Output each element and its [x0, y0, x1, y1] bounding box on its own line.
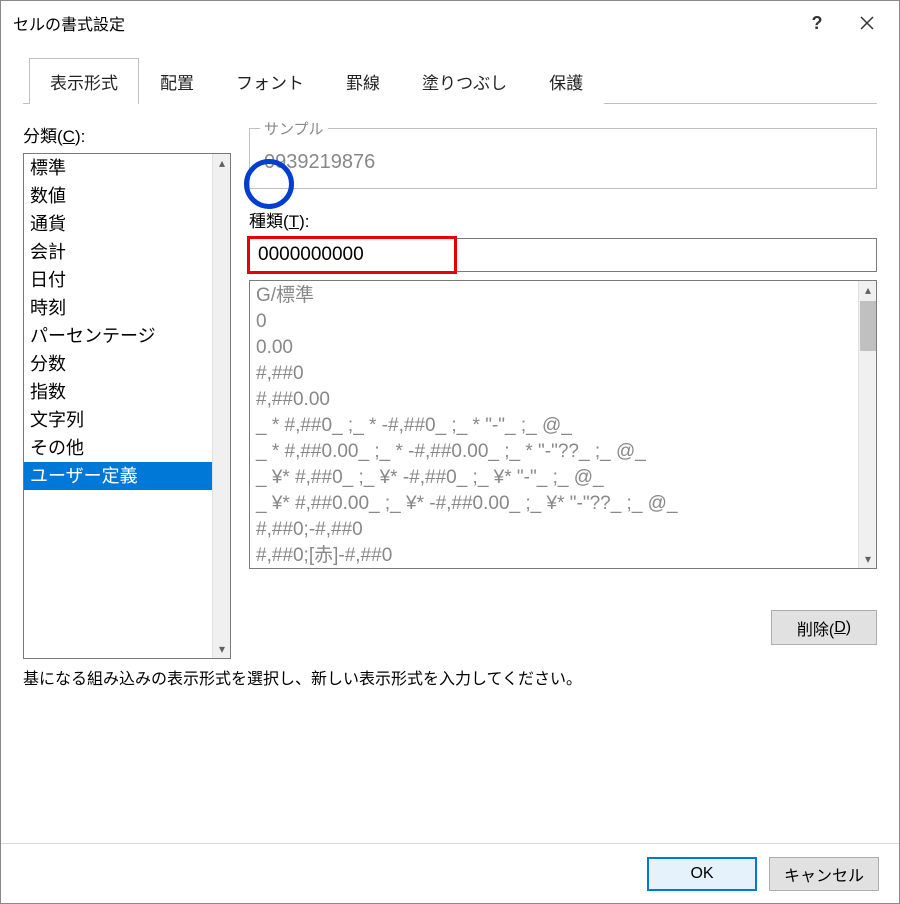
tab-alignment[interactable]: 配置 [139, 58, 215, 104]
list-item[interactable]: 分数 [24, 350, 230, 378]
list-item[interactable]: 数値 [24, 182, 230, 210]
format-row[interactable]: 0 [256, 309, 870, 335]
close-icon[interactable] [843, 1, 891, 45]
list-item[interactable]: 時刻 [24, 294, 230, 322]
format-row[interactable]: #,##0.00 [256, 387, 870, 413]
format-row[interactable]: _ ¥* #,##0.00_ ;_ ¥* -#,##0.00_ ;_ ¥* "-… [256, 491, 870, 517]
left-column: 分類(C): 標準 数値 通貨 会計 日付 時刻 パーセンテージ 分数 指数 文… [23, 122, 231, 659]
sample-fieldset: サンプル 0939219876 [249, 128, 877, 189]
format-row[interactable]: _ * #,##0.00_ ;_ * -#,##0.00_ ;_ * "-"??… [256, 439, 870, 465]
scroll-down-icon[interactable]: ▾ [213, 640, 231, 658]
format-row[interactable]: #,##0 [256, 361, 870, 387]
button-bar: OK キャンセル [1, 843, 899, 903]
sample-label: サンプル [260, 118, 328, 139]
format-listbox[interactable]: G/標準 0 0.00 #,##0 #,##0.00 _ * #,##0_ ;_… [249, 280, 877, 569]
formatlist-scrollbar[interactable]: ▴ ▾ [858, 281, 876, 568]
cancel-button[interactable]: キャンセル [769, 857, 879, 891]
list-item-custom[interactable]: ユーザー定義 [24, 462, 230, 490]
tab-protection[interactable]: 保護 [528, 58, 604, 104]
list-item[interactable]: その他 [24, 434, 230, 462]
listbox-scrollbar[interactable]: ▴ ▾ [212, 154, 230, 658]
help-text: 基になる組み込みの表示形式を選択し、新しい表示形式を入力してください。 [23, 665, 582, 689]
ok-button[interactable]: OK [647, 857, 757, 891]
list-item[interactable]: 文字列 [24, 406, 230, 434]
format-row[interactable]: #,##0;-#,##0 [256, 517, 870, 543]
sample-value: 0939219876 [264, 151, 862, 174]
dialog-window: セルの書式設定 ? 表示形式 配置 フォント 罫線 塗りつぶし 保護 分類(C)… [0, 0, 900, 904]
format-row[interactable]: G/標準 [256, 283, 870, 309]
tab-fill[interactable]: 塗りつぶし [401, 58, 528, 104]
tab-font[interactable]: フォント [215, 58, 325, 104]
list-item[interactable]: 通貨 [24, 210, 230, 238]
category-label: 分類(C): [23, 122, 231, 147]
list-item[interactable]: 標準 [24, 154, 230, 182]
list-item[interactable]: 指数 [24, 378, 230, 406]
category-listbox[interactable]: 標準 数値 通貨 会計 日付 時刻 パーセンテージ 分数 指数 文字列 その他 … [23, 153, 231, 659]
format-row[interactable]: _ * #,##0_ ;_ * -#,##0_ ;_ * "-"_ ;_ @_ [256, 413, 870, 439]
list-item[interactable]: 日付 [24, 266, 230, 294]
scroll-down-icon[interactable]: ▾ [859, 550, 877, 568]
type-label: 種類(T): [249, 207, 877, 232]
content-area: 表示形式 配置 フォント 罫線 塗りつぶし 保護 分類(C): 標準 数値 通貨… [1, 45, 899, 861]
help-icon[interactable]: ? [793, 1, 841, 45]
tab-border[interactable]: 罫線 [325, 58, 401, 104]
format-row[interactable]: #,##0;[赤]-#,##0 [256, 543, 870, 569]
list-item[interactable]: パーセンテージ [24, 322, 230, 350]
window-title: セルの書式設定 [13, 11, 125, 35]
delete-button[interactable]: 削除(D) [771, 610, 877, 645]
columns: 分類(C): 標準 数値 通貨 会計 日付 時刻 パーセンテージ 分数 指数 文… [23, 122, 877, 659]
titlebar: セルの書式設定 ? [1, 1, 899, 45]
type-input-wrap [249, 238, 877, 272]
scrollbar-thumb[interactable] [860, 301, 876, 351]
right-column: サンプル 0939219876 種類(T): G/標準 0 0.00 [249, 122, 877, 659]
format-row[interactable]: 0.00 [256, 335, 870, 361]
list-item[interactable]: 会計 [24, 238, 230, 266]
type-input[interactable] [249, 238, 877, 272]
tab-number-format[interactable]: 表示形式 [29, 58, 139, 104]
tabstrip: 表示形式 配置 フォント 罫線 塗りつぶし 保護 [23, 57, 877, 104]
scroll-up-icon[interactable]: ▴ [859, 281, 877, 299]
scroll-up-icon[interactable]: ▴ [213, 154, 231, 172]
format-row[interactable]: _ ¥* #,##0_ ;_ ¥* -#,##0_ ;_ ¥* "-"_ ;_ … [256, 465, 870, 491]
